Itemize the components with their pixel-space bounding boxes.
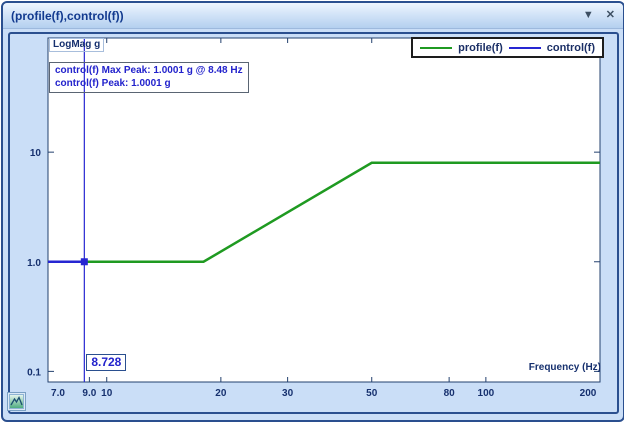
- y-tick-label: 1.0: [27, 258, 41, 269]
- x-tick-label: 50: [366, 388, 378, 399]
- close-icon[interactable]: ✕: [606, 10, 615, 21]
- x-tick-label: 20: [215, 388, 227, 399]
- cursor-marker: [81, 258, 88, 265]
- cursor-readout[interactable]: 8.728: [86, 354, 126, 371]
- x-tick-label: 100: [478, 388, 495, 399]
- x-tick-label: 200: [580, 388, 597, 399]
- x-tick-label: 9.0: [82, 388, 96, 399]
- x-tick-label: 10: [101, 388, 113, 399]
- window-titlebar: (profile(f),control(f)) ▼ ✕: [3, 3, 623, 29]
- x-tick-label: 80: [444, 388, 456, 399]
- legend-label-control: control(f): [547, 42, 595, 54]
- legend-label-profile: profile(f): [458, 42, 503, 54]
- y-axis-title: LogMag g: [49, 38, 104, 52]
- window-title: (profile(f),control(f)): [11, 9, 571, 23]
- cursor-info-line2: control(f) Peak: 1.0001 g: [55, 77, 243, 90]
- legend: profile(f) control(f): [411, 37, 604, 58]
- cursor-info-box: control(f) Max Peak: 1.0001 g @ 8.48 Hz …: [49, 62, 249, 93]
- plot-window: (profile(f),control(f)) ▼ ✕ 7.0 9.0 10 20 30…: [1, 1, 624, 422]
- control-legend-line-icon: [509, 47, 541, 49]
- y-tick-label: 10: [30, 148, 42, 159]
- x-axis-title: Frequency (Hz): [529, 362, 601, 373]
- plot-panel: 7.09.01020305080100200101.00.1 LogMag g …: [8, 32, 619, 414]
- x-tick-label: 7.0: [51, 388, 65, 399]
- y-tick-label: 0.1: [27, 367, 41, 378]
- chart-thumbnail-icon[interactable]: [7, 392, 26, 411]
- profile-legend-line-icon: [420, 47, 452, 49]
- x-tick-label: 30: [282, 388, 294, 399]
- cursor-info-line1: control(f) Max Peak: 1.0001 g @ 8.48 Hz: [55, 64, 243, 77]
- dropdown-arrow-icon[interactable]: ▼: [583, 10, 594, 21]
